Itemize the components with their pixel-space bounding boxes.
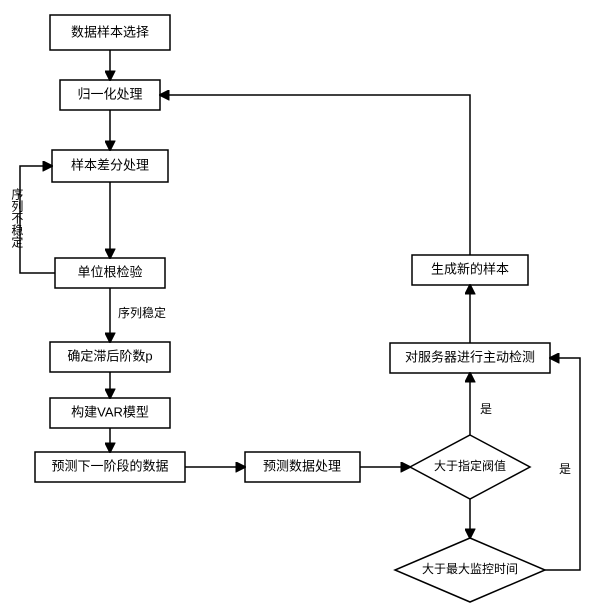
label-edge-unstable: 序列不稳定: [10, 187, 24, 249]
label-n4: 单位根检验: [77, 264, 142, 279]
label-n3: 样本差分处理: [71, 157, 149, 172]
label-n6: 构建VAR模型: [71, 404, 149, 419]
label-edge-stable: 序列稳定: [118, 305, 166, 320]
edge-n10-n2: [160, 95, 470, 255]
label-n10: 生成新的样本: [431, 261, 509, 276]
label-n1: 数据样本选择: [71, 24, 149, 39]
flowchart-diagram: 数据样本选择 归一化处理 样本差分处理 单位根检验 确定滞后阶数p 构建VAR模…: [0, 0, 606, 608]
label-edge-yes2: 是: [559, 462, 571, 476]
edge-n4-n3-loop: [20, 166, 55, 273]
label-d2: 大于最大监控时间: [422, 562, 518, 576]
label-n2: 归一化处理: [77, 86, 142, 101]
label-d1: 大于指定阀值: [434, 458, 506, 473]
label-n5: 确定滞后阶数p: [67, 348, 152, 363]
label-n7: 预测下一阶段的数据: [51, 458, 168, 473]
label-n8: 预测数据处理: [263, 458, 341, 473]
label-n9: 对服务器进行主动检测: [405, 349, 535, 364]
label-edge-yes1: 是: [480, 402, 492, 416]
